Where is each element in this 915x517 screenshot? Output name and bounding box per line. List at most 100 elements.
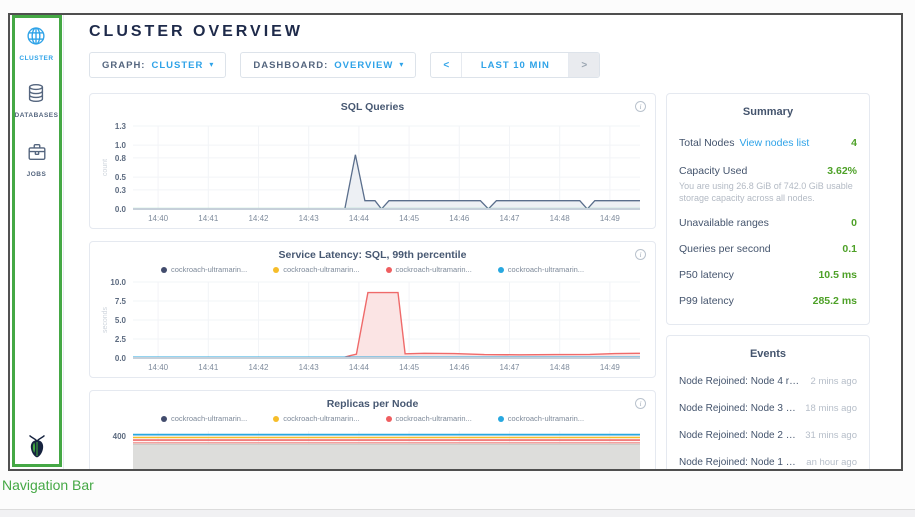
summary-label: Capacity Used — [679, 165, 747, 177]
view-nodes-list-link[interactable]: View nodes list — [739, 137, 809, 149]
event-time: an hour ago — [806, 457, 857, 468]
legend-item: cockroach-ultramarin... — [161, 414, 247, 423]
svg-text:14:46: 14:46 — [449, 363, 470, 372]
event-text: Node Rejoined: Node 3 rej... — [679, 403, 797, 414]
event-row[interactable]: Node Rejoined: Node 4 rej... 2 mins ago — [679, 368, 857, 395]
summary-title: Summary — [679, 102, 857, 126]
info-icon[interactable]: i — [635, 101, 646, 112]
navigation-bar-annotation-label: Navigation Bar — [2, 477, 94, 493]
svg-text:14:49: 14:49 — [600, 214, 621, 223]
series-dot — [161, 267, 167, 273]
svg-text:seconds: seconds — [102, 306, 109, 333]
graph-dropdown-label: GRAPH: — [102, 60, 145, 71]
svg-text:7.5: 7.5 — [115, 297, 127, 306]
time-range-control: < LAST 10 MIN > — [430, 52, 600, 78]
series-dot — [386, 267, 392, 273]
main-content: CLUSTER OVERVIEW GRAPH: CLUSTER ▾ DASHBO… — [65, 15, 901, 469]
svg-text:14:44: 14:44 — [349, 214, 370, 223]
sidebar-item-cluster[interactable]: CLUSTER — [19, 25, 53, 62]
series-dot — [498, 416, 504, 422]
svg-text:14:45: 14:45 — [399, 214, 420, 223]
dashboard-dropdown-label: DASHBOARD: — [253, 60, 328, 71]
side-cards-column: Summary Total Nodes View nodes list 4 Cap… — [666, 93, 870, 471]
summary-card: Summary Total Nodes View nodes list 4 Cap… — [666, 93, 870, 325]
summary-row-unavailable-ranges: Unavailable ranges 0 — [679, 210, 857, 236]
database-icon — [25, 82, 47, 109]
event-text: Node Rejoined: Node 2 rej... — [679, 430, 797, 441]
summary-label: P99 latency — [679, 295, 734, 307]
legend-label: cockroach-ultramarin... — [283, 414, 359, 423]
svg-text:14:40: 14:40 — [148, 214, 169, 223]
time-range-label[interactable]: LAST 10 MIN — [461, 53, 569, 77]
legend-label: cockroach-ultramarin... — [396, 414, 472, 423]
service-latency-chart[interactable]: 0.02.55.07.510.014:4014:4114:4214:4314:4… — [99, 277, 644, 373]
sql-queries-chart[interactable]: 0.00.30.50.81.01.314:4014:4114:4214:4314… — [99, 116, 644, 224]
summary-row-total-nodes: Total Nodes View nodes list 4 — [679, 126, 857, 158]
summary-label: Unavailable ranges — [679, 217, 769, 229]
time-next-button[interactable]: > — [569, 53, 599, 77]
svg-text:14:44: 14:44 — [349, 363, 370, 372]
charts-column: SQL Queries i 0.00.30.50.81.01.314:4014:… — [89, 93, 656, 471]
series-dot — [386, 416, 392, 422]
chevron-down-icon: ▾ — [399, 61, 403, 69]
svg-text:14:45: 14:45 — [399, 363, 420, 372]
chart-title: Replicas per Node — [99, 398, 646, 410]
svg-text:14:47: 14:47 — [499, 363, 520, 372]
legend-item: cockroach-ultramarin... — [273, 265, 359, 274]
summary-row-p99: P99 latency 285.2 ms — [679, 288, 857, 314]
summary-value: 285.2 ms — [813, 295, 857, 307]
chevron-down-icon: ▾ — [209, 61, 213, 69]
event-time: 2 mins ago — [811, 376, 857, 387]
summary-value: 3.62% — [827, 165, 857, 177]
sidebar-item-label: CLUSTER — [19, 55, 53, 62]
legend-label: cockroach-ultramarin... — [283, 265, 359, 274]
event-row[interactable]: Node Rejoined: Node 2 rej... 31 mins ago — [679, 422, 857, 449]
event-text: Node Rejoined: Node 4 rej... — [679, 376, 803, 387]
info-icon[interactable]: i — [635, 249, 646, 260]
sidebar-item-jobs[interactable]: JOBS — [26, 141, 48, 178]
chart-panel-service-latency: Service Latency: SQL, 99th percentile i … — [89, 241, 656, 378]
legend-label: cockroach-ultramarin... — [171, 414, 247, 423]
svg-text:1.0: 1.0 — [115, 141, 127, 150]
event-row[interactable]: Node Rejoined: Node 3 rej... 18 mins ago — [679, 395, 857, 422]
page-title: CLUSTER OVERVIEW — [89, 23, 901, 41]
svg-text:10.0: 10.0 — [110, 278, 126, 287]
summary-value: 4 — [851, 137, 857, 149]
capacity-note: You are using 26.8 GiB of 742.0 GiB usab… — [679, 180, 857, 210]
summary-row-qps: Queries per second 0.1 — [679, 236, 857, 262]
chart-panel-replicas-per-node: Replicas per Node i cockroach-ultramarin… — [89, 390, 656, 471]
sidebar-item-label: DATABASES — [15, 112, 59, 119]
svg-text:1.3: 1.3 — [115, 122, 127, 131]
info-icon[interactable]: i — [635, 398, 646, 409]
legend-label: cockroach-ultramarin... — [508, 414, 584, 423]
series-dot — [161, 416, 167, 422]
cockroachdb-logo[interactable] — [10, 433, 63, 463]
events-title: Events — [679, 344, 857, 368]
summary-label: Total Nodes — [679, 137, 734, 149]
chart-title: Service Latency: SQL, 99th percentile — [99, 249, 646, 261]
event-row[interactable]: Node Rejoined: Node 1 rej... an hour ago — [679, 449, 857, 471]
chart-legend: cockroach-ultramarin... cockroach-ultram… — [99, 265, 646, 274]
summary-value: 10.5 ms — [818, 269, 857, 281]
graph-dropdown[interactable]: GRAPH: CLUSTER ▾ — [89, 52, 226, 78]
svg-text:14:41: 14:41 — [198, 214, 219, 223]
replicas-per-node-chart[interactable]: 40014:4014:4114:4214:4314:4414:4514:4614… — [99, 426, 644, 471]
sidebar-item-databases[interactable]: DATABASES — [15, 82, 59, 119]
svg-text:14:42: 14:42 — [248, 214, 269, 223]
summary-row-p50: P50 latency 10.5 ms — [679, 262, 857, 288]
svg-text:0.5: 0.5 — [115, 173, 127, 182]
svg-text:5.0: 5.0 — [115, 316, 127, 325]
legend-item: cockroach-ultramarin... — [161, 265, 247, 274]
svg-text:0.8: 0.8 — [115, 154, 127, 163]
time-prev-button[interactable]: < — [431, 53, 461, 77]
dashboard-dropdown[interactable]: DASHBOARD: OVERVIEW ▾ — [240, 52, 416, 78]
navigation-bar: CLUSTER DATABASES — [10, 15, 64, 469]
series-dot — [273, 416, 279, 422]
svg-text:14:47: 14:47 — [499, 214, 520, 223]
graph-dropdown-value: CLUSTER — [151, 60, 203, 71]
series-dot — [273, 267, 279, 273]
dashboard-body: SQL Queries i 0.00.30.50.81.01.314:4014:… — [89, 93, 901, 471]
toolbar: GRAPH: CLUSTER ▾ DASHBOARD: OVERVIEW ▾ <… — [89, 52, 901, 78]
svg-text:400: 400 — [113, 432, 127, 441]
legend-label: cockroach-ultramarin... — [508, 265, 584, 274]
